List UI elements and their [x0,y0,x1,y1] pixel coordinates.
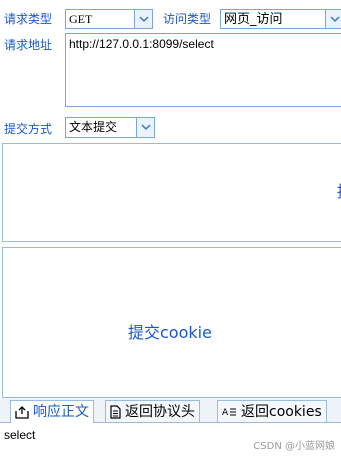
tab-response-cookies[interactable]: A 返回cookies [217,400,327,422]
watermark: CSDN @小蓝网娘 [253,441,335,452]
svg-text:A: A [222,408,229,418]
url-value: http://127.0.0.1:8099/select [69,37,214,51]
text-list-icon: A [222,406,237,418]
chevron-down-icon[interactable] [325,10,341,28]
response-tabs: 响应正文 返回协议头 A 返回cookies [0,398,341,423]
submit-method-value: 文本提交 [69,120,118,134]
response-body-text: select [4,428,36,442]
access-type-label: 访问类型 [163,12,212,26]
method-value: GET [69,12,93,26]
tab-label: 返回cookies [241,403,322,420]
document-icon [110,404,121,419]
url-label: 请求地址 [4,38,53,52]
response-body-area[interactable]: select CSDN @小蓝网娘 [0,423,341,462]
export-icon [15,405,29,419]
submit-data-panel[interactable]: 提 [2,143,341,242]
submit-cookie-panel[interactable]: 提交cookie [2,247,341,398]
tab-label: 返回协议头 [125,403,195,420]
submit-method-select[interactable]: 文本提交 [65,117,155,138]
url-input[interactable]: http://127.0.0.1:8099/select [65,33,341,107]
method-select[interactable]: GET [65,9,153,29]
access-type-select[interactable]: 网页_访问 [220,9,341,29]
tab-label: 响应正文 [33,404,89,420]
chevron-down-icon[interactable] [134,10,152,28]
submit-cookie-text: 提交cookie [128,323,212,342]
tab-response-headers[interactable]: 返回协议头 [105,400,200,422]
submit-method-label: 提交方式 [4,122,53,136]
submit-data-text: 提 [337,182,341,202]
tab-response-body[interactable]: 响应正文 [10,400,94,423]
access-type-value: 网页_访问 [224,12,283,27]
method-label: 请求类型 [4,12,53,26]
chevron-down-icon[interactable] [136,118,154,137]
